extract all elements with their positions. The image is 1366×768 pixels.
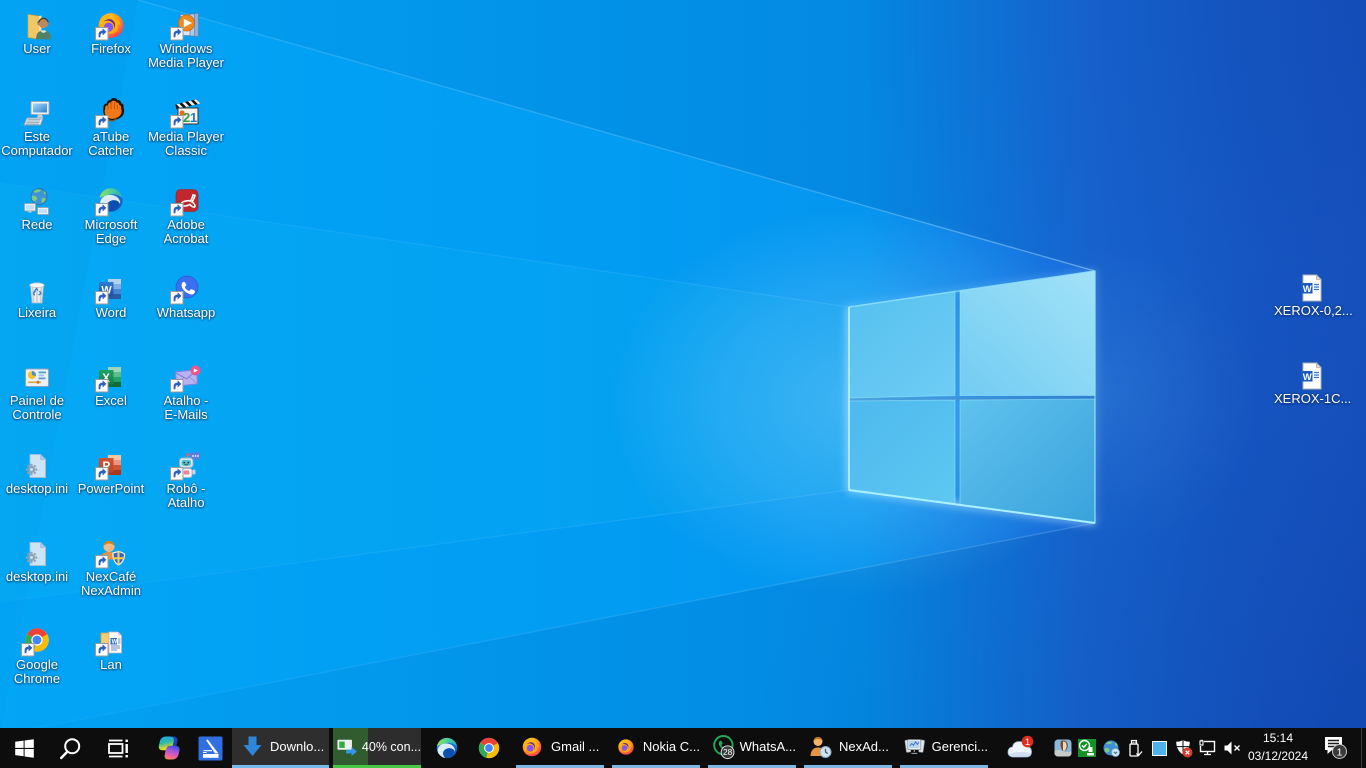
svg-text:W: W [1303,284,1312,295]
svg-text:1: 1 [1337,746,1343,758]
svg-text:28: 28 [723,747,733,757]
svg-text:1: 1 [1025,737,1030,748]
svg-text:1: 1 [190,110,197,125]
svg-text:W: W [1303,372,1312,383]
svg-text:W: W [112,639,118,645]
